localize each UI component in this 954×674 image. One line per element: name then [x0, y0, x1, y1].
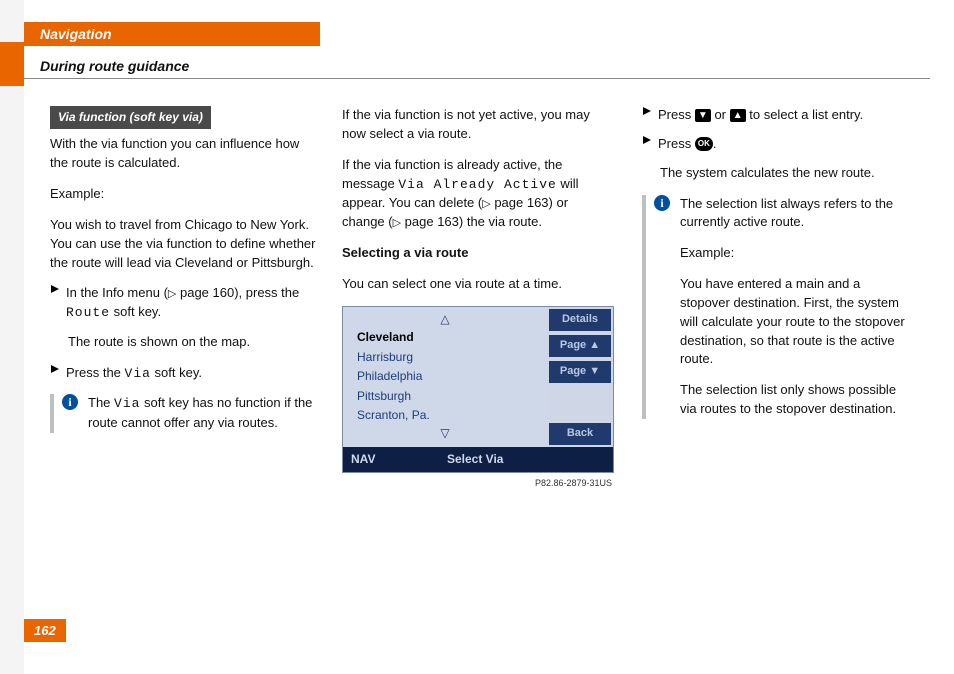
- bullet-triangle-icon: [642, 106, 658, 125]
- list-item: Pittsburgh: [343, 387, 547, 406]
- figure-caption: P82.86-2879-31US: [342, 477, 612, 490]
- header-rule: [24, 78, 930, 79]
- scroll-down-icon: ▽: [343, 425, 547, 442]
- step-text: soft key.: [110, 304, 161, 319]
- message-text: Via Already Active: [398, 177, 556, 192]
- body-text: Example:: [50, 185, 320, 204]
- step-result: The system calculates the new route.: [660, 164, 912, 183]
- body-text: page 163) the via route.: [401, 214, 542, 229]
- chapter-header: Navigation: [24, 22, 320, 46]
- info-text: The selection list always refers to the …: [680, 195, 912, 233]
- list-item: Philadelphia: [343, 367, 547, 386]
- step-text: Press: [658, 136, 695, 151]
- info-text: The selection list only shows possible v…: [680, 381, 912, 419]
- bullet-triangle-icon: [50, 284, 66, 323]
- step-text: In the Info menu (: [66, 285, 168, 300]
- column-1: Via function (soft key via) With the via…: [50, 106, 320, 445]
- column-2: If the via function is not yet active, y…: [342, 106, 612, 500]
- softkey-page-up: Page ▲: [549, 335, 611, 357]
- softkey-back: Back: [549, 423, 611, 445]
- step-text: Press: [658, 107, 695, 122]
- section-title: During route guidance: [40, 58, 189, 74]
- instruction-step: Press ▼ or ▲ to select a list entry.: [642, 106, 912, 125]
- down-button-icon: ▼: [695, 109, 711, 122]
- step-text: Press the: [66, 365, 125, 380]
- side-tab-active: [0, 42, 24, 86]
- body-text: If the via function is already active, t…: [342, 156, 612, 233]
- bullet-triangle-icon: [642, 135, 658, 154]
- info-text: Example:: [680, 244, 912, 263]
- info-note: i The selection list always refers to th…: [642, 195, 912, 419]
- body-text: With the via function you can influence …: [50, 135, 320, 173]
- scroll-up-icon: △: [343, 311, 547, 328]
- mode-label: NAV: [343, 447, 383, 472]
- ok-button-icon: OK: [695, 137, 713, 151]
- subsection-heading: Selecting a via route: [342, 244, 612, 263]
- info-icon: i: [654, 195, 674, 419]
- step-text: .: [713, 136, 717, 151]
- instruction-step: Press the Via soft key.: [50, 364, 320, 384]
- list-item: Cleveland: [343, 328, 547, 347]
- info-text: The: [88, 395, 114, 410]
- body-text: You wish to travel from Chicago to New Y…: [50, 216, 320, 273]
- page-ref-icon: ▷: [482, 197, 490, 213]
- step-result: The route is shown on the map.: [68, 333, 320, 352]
- column-3: Press ▼ or ▲ to select a list entry. Pre…: [642, 106, 912, 431]
- step-text: page 160), press the: [176, 285, 299, 300]
- softkey-label: Via: [114, 396, 140, 411]
- bullet-triangle-icon: [50, 364, 66, 384]
- device-screenshot: △ Cleveland Harrisburg Philadelphia Pitt…: [342, 306, 614, 473]
- body-text: You can select one via route at a time.: [342, 275, 612, 294]
- side-tab-strip: [0, 0, 24, 674]
- softkey-label: Route: [66, 305, 110, 320]
- subsection-heading: Via function (soft key via): [50, 106, 211, 129]
- list-item: Scranton, Pa.: [343, 406, 547, 425]
- instruction-step: Press OK.: [642, 135, 912, 154]
- page-ref-icon: ▷: [393, 216, 401, 232]
- info-text: You have entered a main and a stopover d…: [680, 275, 912, 369]
- instruction-step: In the Info menu (▷ page 160), press the…: [50, 284, 320, 323]
- step-text: to select a list entry.: [746, 107, 864, 122]
- page-number: 162: [24, 619, 66, 642]
- softkey-details: Details: [549, 309, 611, 331]
- softkey-label: Via: [125, 366, 151, 381]
- list-item: Harrisburg: [343, 348, 547, 367]
- softkey-page-down: Page ▼: [549, 361, 611, 383]
- info-icon: i: [62, 394, 82, 433]
- info-note: i The Via soft key has no function if th…: [50, 394, 320, 433]
- screen-title: Select Via: [383, 447, 567, 472]
- step-text: or: [711, 107, 730, 122]
- body-text: If the via function is not yet active, y…: [342, 106, 612, 144]
- step-text: soft key.: [151, 365, 202, 380]
- up-button-icon: ▲: [730, 109, 746, 122]
